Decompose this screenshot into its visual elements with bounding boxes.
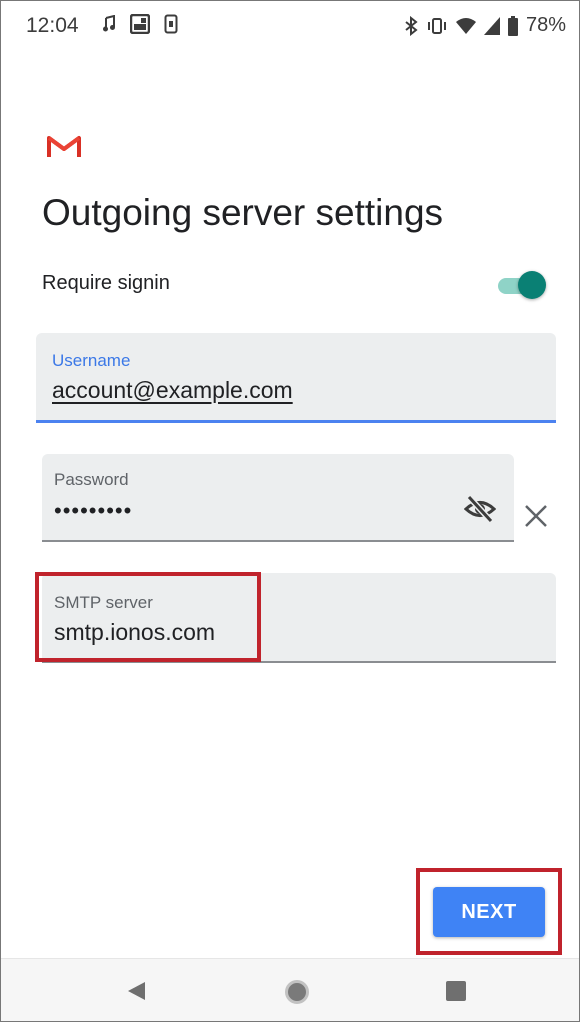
smtp-highlight-box	[35, 572, 261, 662]
require-signin-toggle[interactable]	[496, 270, 546, 300]
status-right-icons: 78%	[404, 14, 566, 37]
wifi-icon	[455, 17, 476, 34]
recent-apps-icon[interactable]	[446, 981, 466, 1001]
page-title: Outgoing server settings	[42, 192, 444, 233]
password-field[interactable]: Password •••••••••	[42, 454, 514, 542]
visibility-off-icon[interactable]	[464, 494, 496, 524]
gmail-logo-icon	[47, 136, 81, 157]
clear-password-icon[interactable]	[520, 500, 552, 532]
require-signin-row: Require signin	[42, 268, 550, 302]
password-value[interactable]: •••••••••	[54, 498, 132, 524]
username-label: Username	[52, 351, 131, 370]
signal-icon	[483, 16, 500, 35]
username-value[interactable]: account@example.com	[52, 377, 293, 404]
bluetooth-icon	[405, 15, 418, 36]
require-signin-label: Require signin	[42, 272, 170, 294]
back-icon[interactable]	[125, 980, 147, 1002]
next-button[interactable]: NEXT	[433, 887, 545, 937]
status-bar: 12:04 78%	[0, 0, 580, 52]
username-field[interactable]: Username account@example.com	[36, 333, 556, 423]
image-icon	[130, 14, 150, 34]
music-note-icon	[103, 15, 115, 32]
toggle-knob	[518, 271, 546, 299]
home-icon[interactable]	[285, 980, 309, 1004]
status-time: 12:04	[26, 14, 79, 37]
navigation-bar	[1, 958, 579, 1021]
battery-percent: 78%	[525, 14, 566, 36]
vibrate-icon	[427, 17, 446, 34]
battery-icon	[507, 15, 518, 36]
password-label: Password	[54, 470, 129, 489]
status-left-icons	[102, 14, 178, 34]
phone-icon	[164, 14, 178, 34]
